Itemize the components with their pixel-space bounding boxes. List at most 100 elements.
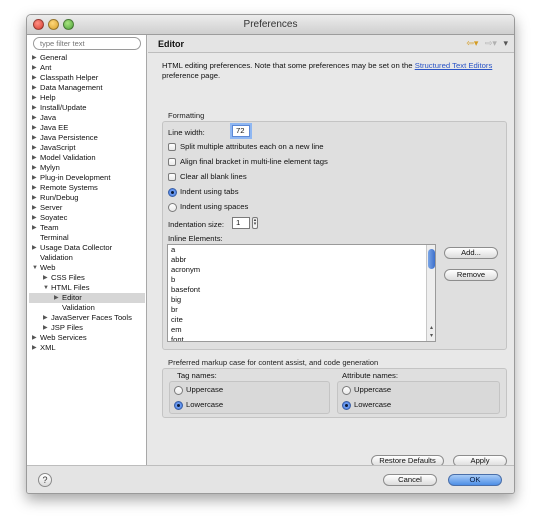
window-body: ▶General▶Ant▶Classpath Helper▶Data Manag… (27, 35, 514, 467)
collapsed-arrow-icon[interactable]: ▶ (32, 333, 39, 343)
structured-text-editors-link[interactable]: Structured Text Editors (415, 61, 493, 70)
collapsed-arrow-icon[interactable]: ▶ (32, 73, 39, 83)
tree-item[interactable]: ▶ JavaServer Faces Tools (29, 313, 145, 323)
list-item[interactable]: acronym (168, 265, 435, 275)
tree-item[interactable]: ▶ Soyatec (29, 213, 145, 223)
attr-uppercase-radio[interactable] (342, 386, 351, 395)
scroll-down-icon[interactable]: ▾ (427, 332, 435, 340)
chevron-down-icon[interactable]: ▾ (503, 38, 508, 48)
collapsed-arrow-icon[interactable]: ▶ (32, 163, 39, 173)
tree-item[interactable]: ▶ Web Services (29, 333, 145, 343)
cancel-button[interactable]: Cancel (383, 474, 437, 486)
expanded-arrow-icon[interactable]: ▼ (32, 263, 39, 273)
forward-arrow-icon[interactable]: ⇨▾ (485, 38, 497, 48)
attr-lowercase-radio[interactable] (342, 401, 351, 410)
collapsed-arrow-icon[interactable]: ▶ (32, 193, 39, 203)
tree-item[interactable]: ▶ Team (29, 223, 145, 233)
align-bracket-checkbox[interactable] (168, 158, 176, 166)
remove-inline-element-button[interactable]: Remove (444, 269, 498, 281)
collapsed-arrow-icon[interactable]: ▶ (32, 143, 39, 153)
collapsed-arrow-icon[interactable]: ▶ (43, 273, 50, 283)
tree-item[interactable]: ▶ Help (29, 93, 145, 103)
collapsed-arrow-icon[interactable]: ▶ (32, 113, 39, 123)
list-item[interactable]: a (168, 245, 435, 255)
tree-item[interactable]: ▼ Web (29, 263, 145, 273)
list-item[interactable]: basefont (168, 285, 435, 295)
collapsed-arrow-icon[interactable]: ▶ (54, 293, 61, 303)
collapsed-arrow-icon[interactable]: ▶ (32, 63, 39, 73)
collapsed-arrow-icon[interactable]: ▶ (32, 83, 39, 93)
tree-item[interactable]: ▶ Classpath Helper (29, 73, 145, 83)
tree-item[interactable]: ▶ XML (29, 343, 145, 353)
tree-item[interactable]: ▶ Run/Debug (29, 193, 145, 203)
title-bar[interactable]: Preferences (27, 15, 514, 35)
list-item[interactable]: font (168, 335, 435, 341)
tree-item[interactable]: ▶ Data Management (29, 83, 145, 93)
ok-button[interactable]: OK (448, 474, 502, 486)
collapsed-arrow-icon[interactable]: ▶ (43, 313, 50, 323)
collapsed-arrow-icon[interactable]: ▶ (32, 183, 39, 193)
tree-item[interactable]: ▼ HTML Files (29, 283, 145, 293)
collapsed-arrow-icon[interactable]: ▶ (32, 153, 39, 163)
list-item[interactable]: cite (168, 315, 435, 325)
tree-item[interactable]: ▶ Java (29, 113, 145, 123)
collapsed-arrow-icon[interactable]: ▶ (32, 123, 39, 133)
tree-item-label: XML (40, 343, 56, 352)
list-item[interactable]: abbr (168, 255, 435, 265)
filter-input[interactable] (33, 37, 141, 50)
collapsed-arrow-icon[interactable]: ▶ (32, 243, 39, 253)
list-item[interactable]: b (168, 275, 435, 285)
indentation-size-input[interactable]: 1 (232, 217, 250, 229)
indent-spaces-radio[interactable] (168, 203, 177, 212)
expanded-arrow-icon[interactable]: ▼ (43, 283, 50, 293)
collapsed-arrow-icon[interactable]: ▶ (43, 323, 50, 333)
line-width-input[interactable]: 72 (232, 125, 250, 137)
indent-tabs-radio[interactable] (168, 188, 177, 197)
collapsed-arrow-icon[interactable]: ▶ (32, 223, 39, 233)
tree-item[interactable]: Terminal (29, 233, 145, 243)
collapsed-arrow-icon[interactable]: ▶ (32, 213, 39, 223)
tree-item[interactable]: ▶ Mylyn (29, 163, 145, 173)
tree-item[interactable]: Validation (29, 253, 145, 263)
collapsed-arrow-icon[interactable]: ▶ (32, 103, 39, 113)
tree-item[interactable]: ▶ Ant (29, 63, 145, 73)
attribute-names-title: Attribute names: (342, 371, 398, 380)
scrollbar-thumb[interactable] (428, 249, 435, 269)
preferences-tree: ▶ General ▶ Ant ▶ Classpath Helper ▶ Data Manag… (29, 53, 145, 353)
collapsed-arrow-icon[interactable]: ▶ (32, 203, 39, 213)
add-inline-element-button[interactable]: Add... (444, 247, 498, 259)
tree-item[interactable]: ▶ Install/Update (29, 103, 145, 113)
clear-blank-lines-checkbox[interactable] (168, 173, 176, 181)
tree-item[interactable]: ▶ Usage Data Collector (29, 243, 145, 253)
tree-item[interactable]: ▶ JavaScript (29, 143, 145, 153)
tree-item[interactable]: ▶ General (29, 53, 145, 63)
question-mark-icon[interactable]: ? (38, 473, 52, 487)
list-item[interactable]: em (168, 325, 435, 335)
tag-lowercase-radio[interactable] (174, 401, 183, 410)
tag-uppercase-radio[interactable] (174, 386, 183, 395)
tree-item[interactable]: ▶ Java EE (29, 123, 145, 133)
inline-elements-scrollbar[interactable]: ▴ ▾ (426, 245, 435, 341)
split-attributes-checkbox[interactable] (168, 143, 176, 151)
attr-uppercase-label: Uppercase (354, 385, 392, 394)
collapsed-arrow-icon[interactable]: ▶ (32, 133, 39, 143)
inline-elements-list[interactable]: a abbr acronym b basefont big br cite em font ▴ ▾ (167, 244, 436, 342)
tree-item[interactable]: ▶ Java Persistence (29, 133, 145, 143)
tree-item[interactable]: ▶ JSP Files (29, 323, 145, 333)
tree-item[interactable]: ▶ Server (29, 203, 145, 213)
tree-item[interactable]: ▶ Editor (29, 293, 145, 303)
list-item[interactable]: big (168, 295, 435, 305)
indentation-size-stepper[interactable]: ▴ ▾ (252, 217, 258, 229)
tree-item[interactable]: Validation (29, 303, 145, 313)
tree-item[interactable]: ▶ Remote Systems (29, 183, 145, 193)
tree-item[interactable]: ▶ Plug-in Development (29, 173, 145, 183)
list-item[interactable]: br (168, 305, 435, 315)
tree-item[interactable]: ▶ Model Validation (29, 153, 145, 163)
collapsed-arrow-icon[interactable]: ▶ (32, 93, 39, 103)
collapsed-arrow-icon[interactable]: ▶ (32, 343, 39, 353)
back-arrow-icon[interactable]: ⇦▾ (466, 38, 478, 48)
collapsed-arrow-icon[interactable]: ▶ (32, 53, 39, 63)
collapsed-arrow-icon[interactable]: ▶ (32, 173, 39, 183)
scroll-up-icon[interactable]: ▴ (427, 324, 435, 332)
tree-item[interactable]: ▶ CSS Files (29, 273, 145, 283)
